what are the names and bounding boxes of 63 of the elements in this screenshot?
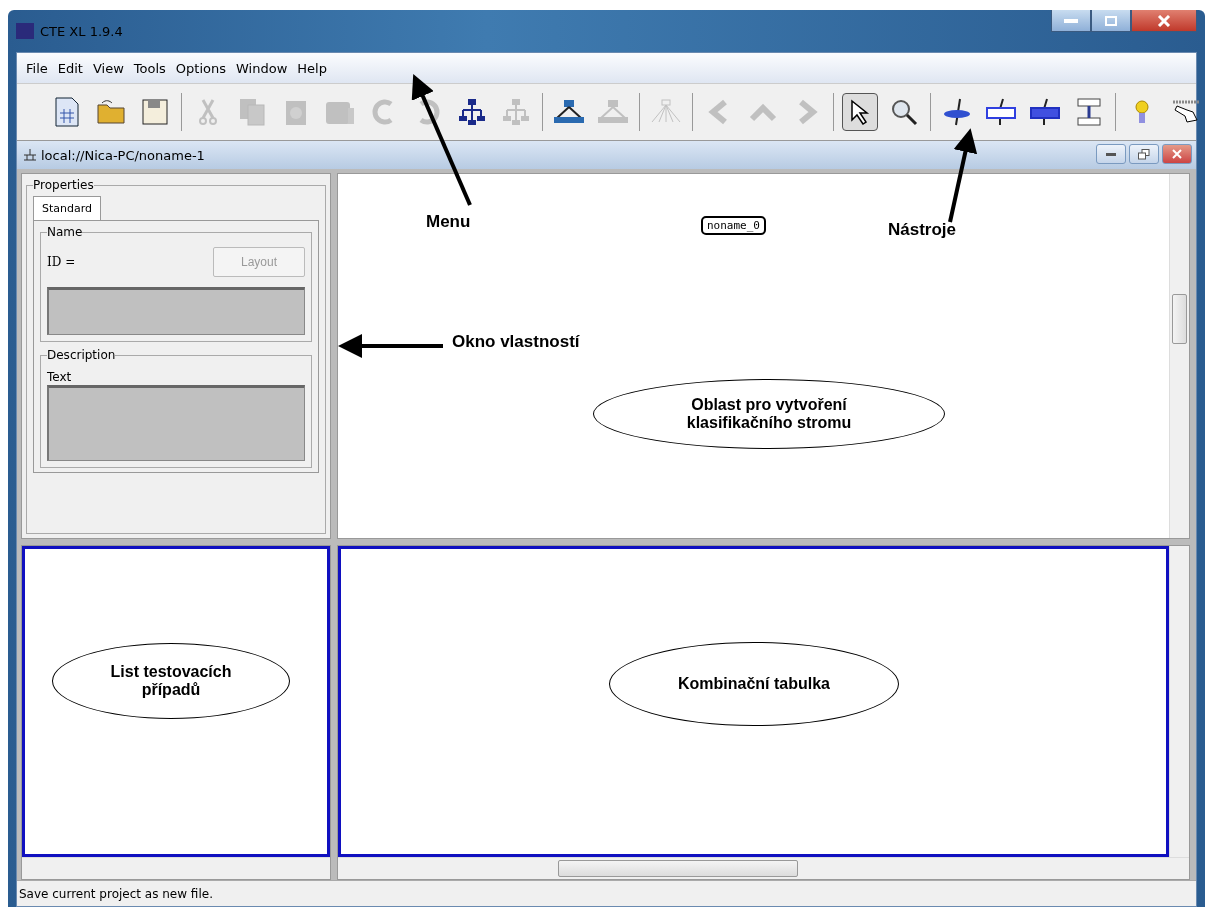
- annotation-label: Okno vlastností: [452, 332, 580, 352]
- horizontal-scrollbar[interactable]: [22, 857, 330, 879]
- scissors-icon: [198, 98, 218, 126]
- filled-classification-icon: [1029, 97, 1061, 127]
- chevron-left-icon: [708, 99, 730, 125]
- status-text: Save current project as new file.: [19, 886, 213, 901]
- lightbulb-icon: [1134, 98, 1150, 126]
- magnifier-icon: [890, 98, 918, 126]
- classification-icon: [985, 97, 1017, 127]
- description-field[interactable]: [47, 385, 305, 461]
- new-document-icon: [54, 97, 80, 127]
- vertical-scrollbar[interactable]: [1169, 546, 1189, 857]
- close-button[interactable]: [1131, 10, 1197, 32]
- pointing-hand-icon: [1171, 98, 1201, 126]
- field-label: Text: [47, 370, 72, 384]
- restore-button[interactable]: [1129, 144, 1159, 164]
- close-icon: [1172, 149, 1182, 159]
- minimize-icon: [1064, 18, 1078, 23]
- class-icon: [942, 97, 972, 127]
- tree-icon: [457, 97, 487, 127]
- tab[interactable]: Standard: [33, 196, 102, 220]
- window-title: CTE XL 1.9.4: [40, 23, 123, 39]
- minimize-button[interactable]: [1096, 144, 1126, 164]
- annotation-callout: Kombinační tabulka: [609, 642, 899, 726]
- restore-icon: [1138, 148, 1150, 160]
- vertical-scrollbar[interactable]: [1169, 174, 1189, 538]
- pointer-icon: [849, 99, 871, 125]
- document-title: local://Nica-PC/noname-1: [41, 147, 205, 163]
- group-title: Name: [47, 225, 83, 239]
- maximize-button[interactable]: [1091, 10, 1131, 32]
- root-node[interactable]: noname_0: [701, 216, 766, 235]
- network-icon: [23, 149, 37, 161]
- annotation-callout: Oblast pro vytvoření klasifikačního stromu: [593, 379, 945, 449]
- annotation-label: Nástroje: [888, 220, 957, 240]
- annotation-label: Menu: [426, 212, 471, 232]
- chevron-right-icon: [796, 99, 818, 125]
- menu-item[interactable]: Help: [292, 60, 332, 76]
- menu-item[interactable]: View: [87, 60, 129, 76]
- maximize-icon: [1105, 15, 1117, 26]
- app-logo-icon: [16, 23, 34, 39]
- horizontal-scrollbar[interactable]: [338, 857, 1189, 879]
- menu-item[interactable]: File: [21, 60, 53, 76]
- menu-item[interactable]: Edit: [52, 60, 88, 76]
- chevron-up-icon: [749, 101, 777, 123]
- copy-icon: [238, 97, 266, 127]
- folder-icon: [96, 99, 126, 125]
- annotation-callout: List testovacích případů: [52, 643, 290, 719]
- hierarchy-icon: [553, 98, 585, 126]
- close-button[interactable]: [1162, 144, 1192, 164]
- minimize-button[interactable]: [1051, 10, 1091, 32]
- minimize-icon: [1106, 152, 1116, 156]
- close-icon: [1157, 14, 1171, 27]
- toolbar-button[interactable]: [842, 93, 878, 131]
- menu-item[interactable]: Tools: [128, 60, 171, 76]
- group-title: Description: [47, 348, 116, 362]
- field-label: ID =: [47, 255, 76, 269]
- menu-item[interactable]: Options: [170, 60, 231, 76]
- menu-item[interactable]: Window: [231, 60, 293, 76]
- name-field[interactable]: [47, 287, 305, 335]
- composition-icon: [1076, 97, 1102, 127]
- group-title: Properties: [33, 178, 94, 192]
- hierarchy-icon: [597, 98, 629, 126]
- tree-icon: [501, 97, 531, 127]
